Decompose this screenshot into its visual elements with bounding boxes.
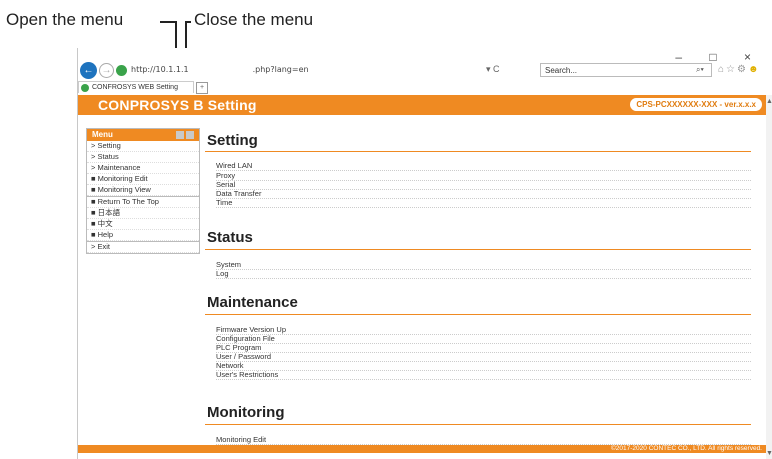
menu-item-setting[interactable]: > Setting — [87, 141, 199, 152]
menu-header: Menu — [87, 129, 199, 141]
section-divider — [205, 151, 751, 152]
close-menu-annotation: Close the menu — [194, 10, 314, 29]
url-left: http://10.1.1.1 — [131, 65, 189, 74]
menu-item-maintenance[interactable]: > Maintenance — [87, 163, 199, 174]
section-divider — [205, 424, 751, 425]
link-monitoring-edit[interactable]: Monitoring Edit — [216, 435, 751, 445]
model-badge: CPS-PCXXXXXX-XXX - ver.x.x.x — [630, 98, 762, 111]
tab-confrosys[interactable]: CONFROSYS WEB Setting — [78, 81, 194, 93]
menu-item-monitoring-edit[interactable]: ■ Monitoring Edit — [87, 174, 199, 185]
tab-favicon-icon — [81, 84, 89, 92]
menu-item-exit[interactable]: > Exit — [87, 241, 199, 253]
section-divider — [205, 314, 751, 315]
refresh-icon[interactable]: ▾ C — [486, 64, 500, 75]
toolbar-icons[interactable]: ⌂☆⚙☻ — [718, 64, 761, 75]
page-footer: ©2017-2020 CONTEC CO., LTD. All rights r… — [78, 445, 766, 453]
open-menu-button[interactable] — [176, 131, 184, 139]
smiley-icon[interactable]: ☻ — [748, 64, 761, 75]
address-input[interactable]: http://10.1.1.1 .php?lang=en — [131, 65, 309, 74]
link-log[interactable]: Log — [216, 269, 751, 279]
search-icon[interactable]: ⌕▾ — [696, 65, 704, 75]
menu-item-chinese[interactable]: ■ 中文 — [87, 219, 199, 230]
section-title-maintenance: Maintenance — [207, 294, 298, 311]
section-divider — [205, 249, 751, 250]
forward-button[interactable]: → — [99, 63, 114, 78]
home-star-gear-icons[interactable]: ⌂☆⚙ — [718, 64, 748, 75]
section-title-monitoring: Monitoring — [207, 404, 285, 421]
scroll-down-icon[interactable]: ▼ — [766, 450, 772, 457]
menu-title: Menu — [92, 130, 113, 139]
close-menu-button[interactable] — [186, 131, 194, 139]
back-button[interactable]: ← — [80, 62, 97, 79]
link-wired-lan[interactable]: Wired LAN — [216, 161, 751, 171]
page-header: CONPROSYS B Setting CPS-PCXXXXXX-XXX - v… — [78, 95, 766, 115]
tab-label: CONFROSYS WEB Setting — [92, 84, 178, 91]
vertical-scrollbar[interactable]: ▲ ▼ — [766, 95, 772, 459]
forward-arrow-icon: → — [101, 65, 112, 76]
url-right: .php?lang=en — [252, 65, 309, 74]
page-title: CONPROSYS B Setting — [98, 97, 257, 113]
tab-strip: CONFROSYS WEB Setting + — [78, 81, 772, 94]
site-globe-icon — [116, 65, 127, 76]
menu-item-monitoring-view[interactable]: ■ Monitoring View — [87, 185, 199, 196]
open-leader-horizontal — [160, 21, 176, 23]
back-arrow-icon: ← — [83, 65, 94, 76]
section-title-status: Status — [207, 229, 253, 246]
address-bar-row: ← → http://10.1.1.1 .php?lang=en ▾ C Sear… — [78, 62, 772, 80]
search-input[interactable]: Search... — [540, 63, 712, 77]
open-menu-annotation: Open the menu — [6, 10, 124, 29]
menu-item-japanese[interactable]: ■ 日本語 — [87, 208, 199, 219]
link-users-restrictions[interactable]: User's Restrictions — [216, 370, 751, 380]
scroll-up-icon[interactable]: ▲ — [766, 98, 772, 105]
side-menu: Menu > Setting > Status > Maintenance ■ … — [86, 128, 200, 254]
copyright-text: ©2017-2020 CONTEC CO., LTD. All rights r… — [611, 445, 762, 452]
section-title-setting: Setting — [207, 132, 258, 149]
menu-item-return-top[interactable]: ■ Return To The Top — [87, 196, 199, 208]
menu-item-help[interactable]: ■ Help — [87, 230, 199, 241]
new-tab-button[interactable]: + — [196, 82, 208, 94]
browser-window: – □ × ← → http://10.1.1.1 .php?lang=en ▾ … — [77, 48, 772, 459]
menu-item-status[interactable]: > Status — [87, 152, 199, 163]
link-time[interactable]: Time — [216, 198, 751, 208]
